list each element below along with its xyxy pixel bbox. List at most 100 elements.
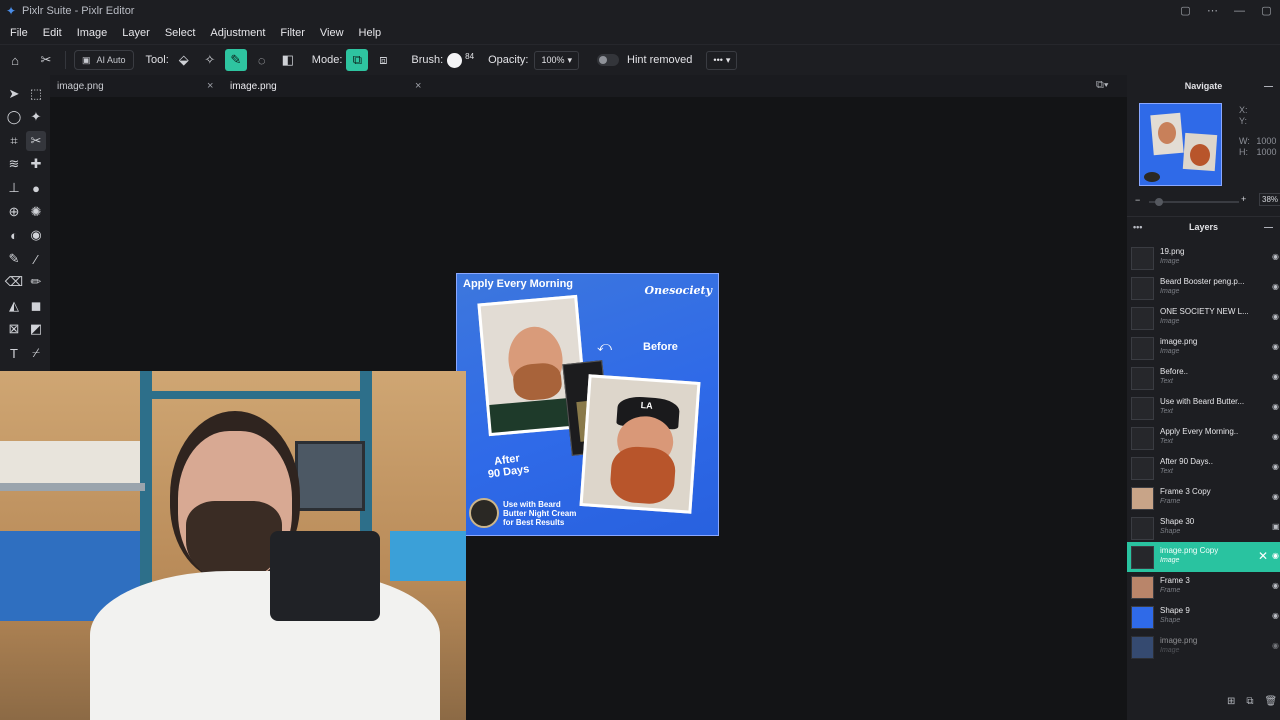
opacity-select[interactable]: 100% ▾ xyxy=(534,50,579,70)
close-icon[interactable]: × xyxy=(207,80,213,92)
layer-row[interactable]: Shape 9 Shape ◉ xyxy=(1127,602,1280,632)
dodge-tool-icon[interactable]: ◐ xyxy=(4,225,24,245)
rect-select-icon[interactable]: ◧ xyxy=(277,49,299,71)
lasso-icon[interactable]: ◌ xyxy=(251,49,273,71)
menu-layer[interactable]: Layer xyxy=(122,27,150,39)
magic-wand-icon[interactable]: ✧ xyxy=(199,49,221,71)
menu-view[interactable]: View xyxy=(320,27,344,39)
burn-tool-icon[interactable]: ◉ xyxy=(26,225,46,245)
pen-tool-icon[interactable]: ✎ xyxy=(4,249,24,269)
home-icon[interactable]: ⌂ xyxy=(4,49,26,71)
brush-tool-icon[interactable]: ✎ xyxy=(224,49,247,71)
layer-row[interactable]: 19.png Image ◉ xyxy=(1127,243,1280,273)
menu-select[interactable]: Select xyxy=(165,27,196,39)
color-tool-icon[interactable]: ✺ xyxy=(26,202,46,222)
heal-tool-icon[interactable]: ✚ xyxy=(26,154,46,174)
fill-tool-icon[interactable]: ◭ xyxy=(4,296,24,316)
collapse-icon[interactable]: — xyxy=(1264,222,1273,232)
layer-row[interactable]: image.png Image ◉ xyxy=(1127,333,1280,363)
layer-row[interactable]: Apply Every Morning.. Text ◉ xyxy=(1127,423,1280,453)
menu-adjustment[interactable]: Adjustment xyxy=(210,27,265,39)
layer-thumbnail xyxy=(1131,427,1154,450)
tab-image-2[interactable]: image.png × xyxy=(230,75,425,97)
eye-icon[interactable]: ◉ xyxy=(1272,581,1279,590)
brush-tool-icon[interactable]: ⁄ xyxy=(26,249,46,269)
navigate-title: Navigate xyxy=(1184,81,1223,91)
menu-help[interactable]: Help xyxy=(359,27,382,39)
shape-tool-icon[interactable]: ⊠ xyxy=(4,319,24,339)
eye-icon[interactable]: ◉ xyxy=(1272,641,1279,650)
layer-row-selected[interactable]: image.png Copy Image ✕ ◉ xyxy=(1127,542,1280,572)
layer-row[interactable]: Beard Booster peng.p... Image ◉ xyxy=(1127,273,1280,303)
layer-row[interactable]: Frame 3 Frame ◉ xyxy=(1127,572,1280,602)
marquee-tool-icon[interactable]: ⬚ xyxy=(26,84,46,104)
eye-icon[interactable]: ◉ xyxy=(1272,432,1279,441)
layer-row[interactable]: ONE SOCIETY NEW L... Image ◉ xyxy=(1127,303,1280,333)
eye-icon[interactable]: ◉ xyxy=(1272,282,1279,291)
zoom-slider-handle[interactable] xyxy=(1155,198,1163,206)
layer-row[interactable]: Shape 30 Shape ▣ xyxy=(1127,513,1280,543)
menu-image[interactable]: Image xyxy=(77,27,108,39)
tool-auto-icon[interactable]: ⬙ xyxy=(173,49,195,71)
arrange-windows-icon[interactable]: ⧉▾ xyxy=(1096,79,1108,92)
close-icon[interactable]: × xyxy=(415,80,421,92)
eye-icon[interactable]: ◉ xyxy=(1272,372,1279,381)
text-tool-icon[interactable]: T xyxy=(4,343,24,363)
navigator-thumbnail[interactable] xyxy=(1139,103,1222,186)
zoom-out-icon[interactable]: − xyxy=(1135,195,1140,205)
menu-edit[interactable]: Edit xyxy=(43,27,62,39)
mode-subtract-icon[interactable]: ⧈ xyxy=(372,49,394,71)
window-menu-icon[interactable]: ⋯ xyxy=(1199,0,1226,22)
eye-icon[interactable]: ◉ xyxy=(1272,252,1279,261)
ai-auto-button[interactable]: ▣ AI Auto xyxy=(74,50,134,70)
eye-icon[interactable]: ◉ xyxy=(1272,492,1279,501)
brush-preview-icon[interactable] xyxy=(447,52,463,68)
wand-tool-icon[interactable]: ✦ xyxy=(26,107,46,127)
sponge-tool-icon[interactable]: ⊕ xyxy=(4,202,24,222)
eraser-tool-icon[interactable]: ⌫ xyxy=(4,272,24,292)
crop-tool-icon[interactable]: ⌗ xyxy=(4,131,24,151)
delete-icon[interactable]: 🗑 xyxy=(1265,696,1278,707)
collapse-icon[interactable]: — xyxy=(1264,81,1273,91)
mode-add-icon[interactable]: ⧉ xyxy=(346,49,369,71)
pencil-tool-icon[interactable]: ✏ xyxy=(26,272,46,292)
delete-layer-icon[interactable]: ✕ xyxy=(1258,549,1268,563)
eyedropper-tool-icon[interactable]: ⌿ xyxy=(26,343,46,363)
cutout-tool-icon[interactable]: ✂ xyxy=(26,131,46,151)
more-options-button[interactable]: ••• ▾ xyxy=(706,50,738,70)
duplicate-layer-icon[interactable]: ⧉ xyxy=(1246,696,1253,707)
add-layer-icon[interactable]: ⊞ xyxy=(1227,696,1235,707)
zoom-slider[interactable] xyxy=(1149,198,1239,206)
menu-filter[interactable]: Filter xyxy=(280,27,304,39)
layer-row[interactable]: image.png Image ◉ xyxy=(1127,632,1280,662)
hint-toggle[interactable] xyxy=(597,54,619,66)
gradient-tool-icon[interactable]: ◼ xyxy=(26,296,46,316)
lasso-tool-icon[interactable]: ◯ xyxy=(4,107,24,127)
layer-row[interactable]: Use with Beard Butter... Text ◉ xyxy=(1127,393,1280,423)
liquify-tool-icon[interactable]: ≋ xyxy=(4,154,24,174)
eye-icon[interactable]: ◉ xyxy=(1272,342,1279,351)
sticker-tool-icon[interactable]: ◩ xyxy=(26,319,46,339)
zoom-in-icon[interactable]: + xyxy=(1241,194,1246,204)
maximize-button[interactable]: ▢ xyxy=(1253,0,1280,22)
eye-icon[interactable]: ◉ xyxy=(1272,462,1279,471)
eye-icon[interactable]: ◉ xyxy=(1272,312,1279,321)
layer-row[interactable]: After 90 Days.. Text ◉ xyxy=(1127,453,1280,483)
tab-image-1[interactable]: image.png × xyxy=(57,75,225,97)
minimize-button[interactable]: — xyxy=(1226,0,1253,22)
arrange-tool-icon[interactable]: ➤ xyxy=(4,84,24,104)
lock-icon[interactable]: ▣ xyxy=(1272,522,1280,531)
document-canvas[interactable]: Apply Every Morning Onesociety Before ⤺ … xyxy=(456,273,719,536)
menu-file[interactable]: File xyxy=(10,27,28,39)
eye-icon[interactable]: ◉ xyxy=(1272,551,1279,560)
zoom-value[interactable]: 38% xyxy=(1259,193,1280,206)
clone-tool-icon[interactable]: ⊥ xyxy=(4,178,24,198)
layer-row[interactable]: Before.. Text ◉ xyxy=(1127,363,1280,393)
layer-row[interactable]: Frame 3 Copy Frame ◉ xyxy=(1127,483,1280,513)
layers-menu-icon[interactable]: ••• xyxy=(1133,222,1142,232)
cutout-tool-icon[interactable]: ✂ xyxy=(35,49,57,71)
eye-icon[interactable]: ◉ xyxy=(1272,611,1279,620)
open-file-icon[interactable]: ▢ xyxy=(1172,0,1199,22)
blur-tool-icon[interactable]: ● xyxy=(26,178,46,198)
eye-icon[interactable]: ◉ xyxy=(1272,402,1279,411)
